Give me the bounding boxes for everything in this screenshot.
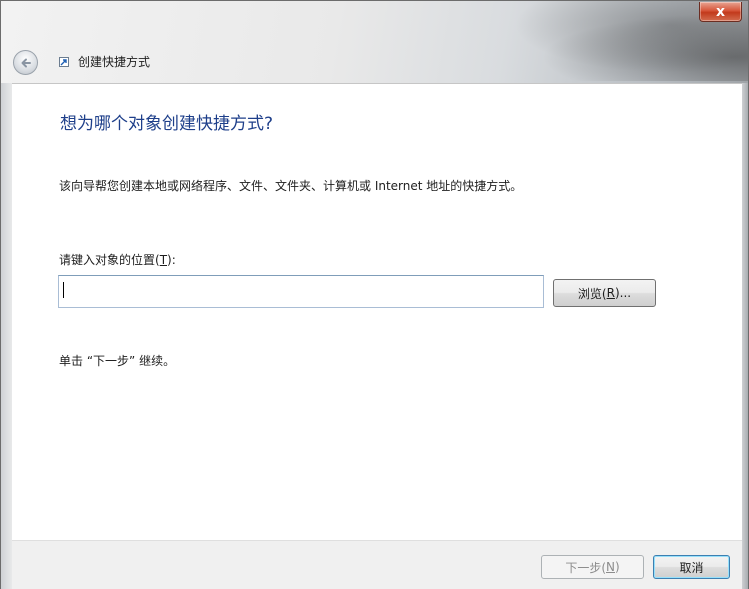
location-input[interactable] xyxy=(58,275,544,308)
location-label-accesskey: T xyxy=(159,253,168,267)
next-button[interactable]: 下一步(N) xyxy=(541,555,644,579)
browse-button[interactable]: 浏览(R)... xyxy=(553,279,656,307)
wizard-content: 想为哪个对象创建快捷方式? 该向导帮您创建本地或网络程序、文件、文件夹、计算机或… xyxy=(12,83,742,540)
location-label-suffix: ): xyxy=(167,253,176,267)
next-label-accesskey: N xyxy=(606,560,615,574)
window-title: 创建快捷方式 xyxy=(78,55,151,69)
description-text: 该向导帮您创建本地或网络程序、文件、文件夹、计算机或 Internet 地址的快… xyxy=(59,179,523,193)
browse-label-prefix: 浏览( xyxy=(577,286,607,301)
back-arrow-icon xyxy=(21,58,31,67)
page-heading: 想为哪个对象创建快捷方式? xyxy=(60,114,274,134)
close-button[interactable]: x xyxy=(699,2,742,22)
cancel-button[interactable]: 取消 xyxy=(653,555,730,579)
close-icon: x xyxy=(715,3,726,20)
instruction-text: 单击 “下一步” 继续。 xyxy=(59,354,176,368)
next-label-suffix: ) xyxy=(614,560,620,574)
location-label-prefix: 请键入对象的位置( xyxy=(59,253,160,267)
back-button[interactable] xyxy=(13,50,38,75)
shortcut-icon xyxy=(59,57,69,67)
location-label: 请键入对象的位置(T): xyxy=(59,251,176,268)
next-label-prefix: 下一步( xyxy=(565,560,606,575)
window-frame-left xyxy=(1,83,12,589)
browse-label-accesskey: R xyxy=(606,286,615,300)
create-shortcut-window: x 创建快捷方式 想为哪个对象创建快捷方式? 该向导帮您创建本地或网络程序、文件… xyxy=(0,0,749,589)
wizard-footer: 下一步(N) 取消 xyxy=(12,540,742,589)
text-caret xyxy=(63,282,64,298)
browse-label-suffix: )... xyxy=(614,286,632,300)
